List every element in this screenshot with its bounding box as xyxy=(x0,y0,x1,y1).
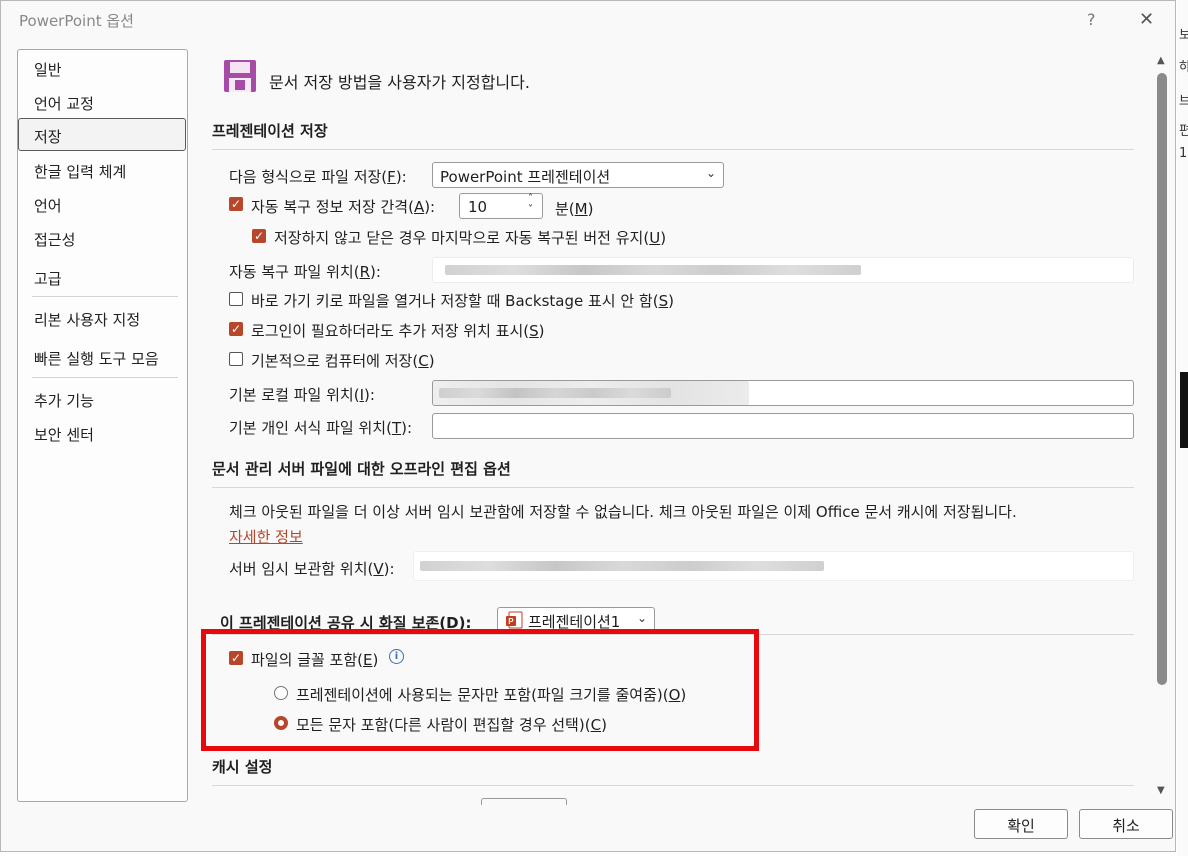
sidebar-item-add-ins[interactable]: 추가 기능 xyxy=(34,390,94,411)
autorecover-minutes-value: 10 xyxy=(468,198,488,216)
section-divider xyxy=(212,487,1134,488)
sidebar-divider xyxy=(32,296,178,297)
local-file-location-label: 기본 로컬 파일 위치(I): xyxy=(229,386,375,404)
close-button[interactable]: ✕ xyxy=(1139,9,1154,30)
fidelity-section-title: 이 프레젠테이션 공유 시 화질 보존(D): xyxy=(220,614,472,632)
background-text-fragment: 브 xyxy=(1179,94,1188,109)
embed-all-characters-label: 모든 문자 포함(다른 사람이 편집할 경우 선택)(C) xyxy=(296,716,607,734)
server-drafts-location-field[interactable] xyxy=(413,551,1134,581)
sidebar-item-language[interactable]: 언어 xyxy=(34,195,62,216)
save-to-computer-checkbox[interactable] xyxy=(229,352,243,366)
save-format-label: 다음 형식으로 파일 저장(F): xyxy=(229,168,407,186)
save-section-title: 프레젠테이션 저장 xyxy=(212,122,328,140)
options-sidebar: 일반 언어 교정 저장 한글 입력 체계 언어 접근성 고급 리본 사용자 지정… xyxy=(17,49,188,802)
background-text-fragment: 하 xyxy=(1179,60,1188,75)
window-title: PowerPoint 옵션 xyxy=(19,12,134,30)
stepper-up-icon[interactable]: ˄ xyxy=(528,193,533,204)
background-text-fragment: 보 xyxy=(1179,28,1188,43)
chevron-down-icon: ⌄ xyxy=(636,611,647,625)
floppy-disk-icon xyxy=(224,60,256,92)
presentation-selector-value: 프레젠테이션1 xyxy=(528,613,621,631)
cache-section-title: 캐시 설정 xyxy=(212,758,273,776)
server-drafts-location-label: 서버 임시 보관함 위치(V): xyxy=(229,560,395,578)
title-bar: PowerPoint 옵션 ? ✕ xyxy=(1,1,1177,39)
offline-editing-section-title: 문서 관리 서버 파일에 대한 오프라인 편집 옵션 xyxy=(212,460,511,478)
autorecover-location-label: 자동 복구 파일 위치(R): xyxy=(229,263,381,281)
sidebar-item-accessibility[interactable]: 접근성 xyxy=(34,229,75,250)
chevron-down-icon: ⌄ xyxy=(705,166,716,180)
autorecover-location-field[interactable] xyxy=(432,257,1134,283)
scroll-up-icon[interactable]: ▲ xyxy=(1157,55,1165,66)
blurred-path xyxy=(439,388,671,398)
section-divider xyxy=(212,785,1134,786)
scroll-down-icon[interactable]: ▼ xyxy=(1157,785,1165,796)
page-heading: 문서 저장 방법을 사용자가 지정합니다. xyxy=(269,73,530,92)
show-additional-places-checkbox[interactable] xyxy=(229,322,243,336)
autorecover-checkbox[interactable] xyxy=(229,197,243,211)
save-format-value: PowerPoint 프레젠테이션 xyxy=(440,168,611,186)
help-button[interactable]: ? xyxy=(1087,10,1096,29)
personal-templates-location-field[interactable] xyxy=(432,413,1134,439)
blurred-path xyxy=(420,561,824,571)
local-file-location-field[interactable] xyxy=(432,380,1134,406)
offline-notice: 체크 아웃된 파일을 더 이상 서버 임시 보관함에 저장할 수 없습니다. 체… xyxy=(229,503,1017,521)
backstage-label: 바로 가기 키로 파일을 열거나 저장할 때 Backstage 표시 안 함(… xyxy=(251,292,674,310)
section-divider xyxy=(212,149,1134,150)
embed-fonts-checkbox[interactable] xyxy=(229,651,243,665)
save-format-dropdown[interactable]: PowerPoint 프레젠테이션 ⌄ xyxy=(432,162,724,188)
section-divider xyxy=(212,634,1134,635)
embed-used-characters-radio[interactable] xyxy=(274,686,288,700)
stepper-down-icon[interactable]: ˅ xyxy=(528,204,533,215)
backstage-checkbox[interactable] xyxy=(229,292,243,306)
background-text-fragment: 1 xyxy=(1179,146,1188,161)
cancel-button[interactable]: 취소 xyxy=(1079,809,1173,839)
ok-button[interactable]: 확인 xyxy=(974,809,1068,839)
learn-more-link[interactable]: 자세한 정보 xyxy=(229,526,303,547)
sidebar-item-general[interactable]: 일반 xyxy=(34,59,62,80)
sidebar-item-save[interactable]: 저장 xyxy=(34,126,62,147)
scrollbar-thumb[interactable] xyxy=(1157,73,1167,685)
keep-last-autosaved-label: 저장하지 않고 닫은 경우 마지막으로 자동 복구된 버전 유지(U) xyxy=(274,229,667,247)
sidebar-item-trust-center[interactable]: 보안 센터 xyxy=(34,424,94,445)
keep-last-autosaved-checkbox[interactable] xyxy=(252,229,266,243)
sidebar-item-korean-input[interactable]: 한글 입력 체계 xyxy=(34,161,126,182)
cache-setting-stepper[interactable] xyxy=(481,798,567,805)
svg-text:P: P xyxy=(508,617,514,626)
embed-all-characters-radio[interactable] xyxy=(274,716,288,730)
info-icon[interactable]: i xyxy=(389,649,404,664)
autorecover-minutes-stepper[interactable]: 10 ˄ ˅ xyxy=(459,193,543,219)
minutes-label: 분(M) xyxy=(555,200,594,218)
save-to-computer-label: 기본적으로 컴퓨터에 저장(C) xyxy=(251,352,435,370)
sidebar-item-advanced[interactable]: 고급 xyxy=(34,268,62,289)
background-dark-element xyxy=(1180,372,1188,448)
sidebar-item-proofing[interactable]: 언어 교정 xyxy=(34,93,94,114)
sidebar-divider xyxy=(32,377,178,378)
show-additional-places-label: 로그인이 필요하더라도 추가 저장 위치 표시(S) xyxy=(251,322,545,340)
powerpoint-options-dialog: PowerPoint 옵션 ? ✕ 일반 언어 교정 저장 한글 입력 체계 언… xyxy=(0,0,1176,852)
blurred-path xyxy=(445,265,861,275)
background-text-fragment: 편 xyxy=(1179,124,1188,139)
embed-fonts-label: 파일의 글꼴 포함(E) xyxy=(251,651,379,669)
embed-used-characters-label: 프레젠테이션에 사용되는 문자만 포함(파일 크기를 줄여줌)(O) xyxy=(296,686,687,704)
autorecover-label: 자동 복구 정보 저장 간격(A): xyxy=(251,198,436,216)
sidebar-item-customize-ribbon[interactable]: 리본 사용자 지정 xyxy=(34,309,140,330)
sidebar-item-quick-access-toolbar[interactable]: 빠른 실행 도구 모음 xyxy=(34,348,159,369)
powerpoint-file-icon: P xyxy=(506,611,523,629)
personal-templates-location-label: 기본 개인 서식 파일 위치(T): xyxy=(229,419,413,437)
